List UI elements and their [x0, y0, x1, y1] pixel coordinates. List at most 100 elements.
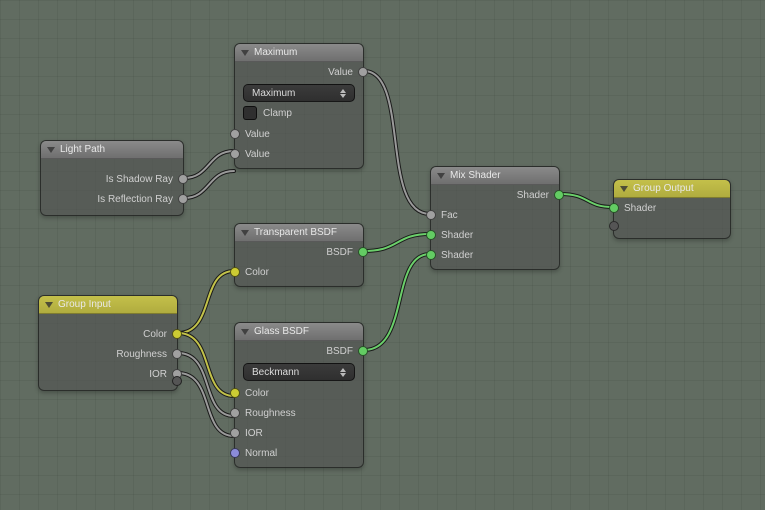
select-value: Beckmann: [252, 367, 299, 378]
checkbox-unchecked[interactable]: [243, 106, 257, 120]
output-shader: Shader: [431, 185, 559, 205]
clamp-checkbox-row[interactable]: Clamp: [243, 104, 355, 122]
socket-label: Shader: [441, 250, 473, 261]
node-title: Group Output: [633, 183, 694, 194]
node-title: Light Path: [60, 144, 105, 155]
node-maximum[interactable]: Maximum Value Maximum Clamp Value Value: [234, 43, 364, 169]
virtual-socket[interactable]: [609, 221, 619, 231]
socket-label: Roughness: [116, 349, 167, 360]
input-color: Color: [235, 262, 363, 282]
node-title: Glass BSDF: [254, 326, 309, 337]
output-roughness: Roughness: [39, 344, 177, 364]
socket-in-value[interactable]: [230, 129, 240, 139]
socket-label: Shader: [624, 203, 656, 214]
collapse-icon[interactable]: [241, 230, 249, 236]
node-glass-bsdf[interactable]: Glass BSDF BSDF Beckmann Color Roughness…: [234, 322, 364, 468]
socket-in-value[interactable]: [230, 408, 240, 418]
input-value-a: Value: [235, 124, 363, 144]
collapse-icon[interactable]: [437, 173, 445, 179]
chevron-up-icon: [340, 368, 346, 372]
node-header[interactable]: Group Input: [39, 296, 177, 314]
collapse-icon[interactable]: [241, 329, 249, 335]
checkbox-label: Clamp: [263, 108, 292, 119]
socket-in-value[interactable]: [230, 428, 240, 438]
output-row: [39, 314, 177, 324]
socket-label: BSDF: [326, 346, 353, 357]
socket-label: Is Shadow Ray: [106, 174, 173, 185]
socket-label: IOR: [149, 369, 167, 380]
input-fac: Fac: [431, 205, 559, 225]
select-value: Maximum: [252, 88, 295, 99]
node-header[interactable]: Light Path: [41, 141, 183, 159]
socket-label: IOR: [245, 428, 263, 439]
node-header[interactable]: Group Output: [614, 180, 730, 198]
socket-out-shader[interactable]: [358, 346, 368, 356]
collapse-icon[interactable]: [620, 186, 628, 192]
input-value-b: Value: [235, 144, 363, 164]
socket-in-color[interactable]: [230, 267, 240, 277]
socket-label: Value: [328, 67, 353, 78]
input-color: Color: [235, 383, 363, 403]
socket-in-value[interactable]: [426, 210, 436, 220]
socket-in-vector[interactable]: [230, 448, 240, 458]
socket-out-value[interactable]: [178, 174, 188, 184]
node-group-output[interactable]: Group Output Shader: [613, 179, 731, 239]
collapse-icon[interactable]: [241, 50, 249, 56]
output-ior: IOR: [39, 364, 177, 384]
input-shader-a: Shader: [431, 225, 559, 245]
socket-label: Roughness: [245, 408, 296, 419]
node-light-path[interactable]: Light Path Is Shadow Ray Is Reflection R…: [40, 140, 184, 216]
input-roughness: Roughness: [235, 403, 363, 423]
socket-label: Value: [245, 129, 270, 140]
output-bsdf: BSDF: [235, 242, 363, 262]
socket-label: Value: [245, 149, 270, 160]
distribution-select[interactable]: Beckmann: [243, 363, 355, 381]
socket-label: Color: [245, 388, 269, 399]
socket-out-shader[interactable]: [358, 247, 368, 257]
node-group-input[interactable]: Group Input Color Roughness IOR: [38, 295, 178, 391]
socket-label: Normal: [245, 448, 277, 459]
socket-label: Color: [245, 267, 269, 278]
output-row: [41, 159, 183, 169]
socket-out-shader[interactable]: [554, 190, 564, 200]
node-header[interactable]: Transparent BSDF: [235, 224, 363, 242]
virtual-socket[interactable]: [172, 376, 182, 386]
virtual-input-row: [614, 218, 730, 234]
chevron-up-icon: [340, 89, 346, 93]
socket-in-shader[interactable]: [426, 250, 436, 260]
collapse-icon[interactable]: [47, 147, 55, 153]
socket-in-value[interactable]: [230, 149, 240, 159]
socket-out-value[interactable]: [358, 67, 368, 77]
output-is-reflection-ray: Is Reflection Ray: [41, 189, 183, 209]
socket-out-value[interactable]: [172, 349, 182, 359]
node-title: Maximum: [254, 47, 297, 58]
socket-in-shader[interactable]: [426, 230, 436, 240]
node-header[interactable]: Glass BSDF: [235, 323, 363, 341]
input-shader-b: Shader: [431, 245, 559, 265]
node-header[interactable]: Mix Shader: [431, 167, 559, 185]
socket-in-color[interactable]: [230, 388, 240, 398]
socket-label: Fac: [441, 210, 458, 221]
node-title: Group Input: [58, 299, 111, 310]
socket-label: Shader: [517, 190, 549, 201]
node-header[interactable]: Maximum: [235, 44, 363, 62]
node-mix-shader[interactable]: Mix Shader Shader Fac Shader Shader: [430, 166, 560, 270]
operation-select[interactable]: Maximum: [243, 84, 355, 102]
node-title: Transparent BSDF: [254, 227, 337, 238]
socket-out-color[interactable]: [172, 329, 182, 339]
output-color: Color: [39, 324, 177, 344]
input-ior: IOR: [235, 423, 363, 443]
output-bsdf: BSDF: [235, 341, 363, 361]
node-title: Mix Shader: [450, 170, 501, 181]
socket-out-value[interactable]: [178, 194, 188, 204]
socket-label: BSDF: [326, 247, 353, 258]
input-normal: Normal: [235, 443, 363, 463]
socket-in-shader[interactable]: [609, 203, 619, 213]
wire-layer: [0, 0, 765, 510]
collapse-icon[interactable]: [45, 302, 53, 308]
node-transparent-bsdf[interactable]: Transparent BSDF BSDF Color: [234, 223, 364, 287]
socket-label: Shader: [441, 230, 473, 241]
chevron-down-icon: [340, 94, 346, 98]
chevron-down-icon: [340, 373, 346, 377]
output-value: Value: [235, 62, 363, 82]
